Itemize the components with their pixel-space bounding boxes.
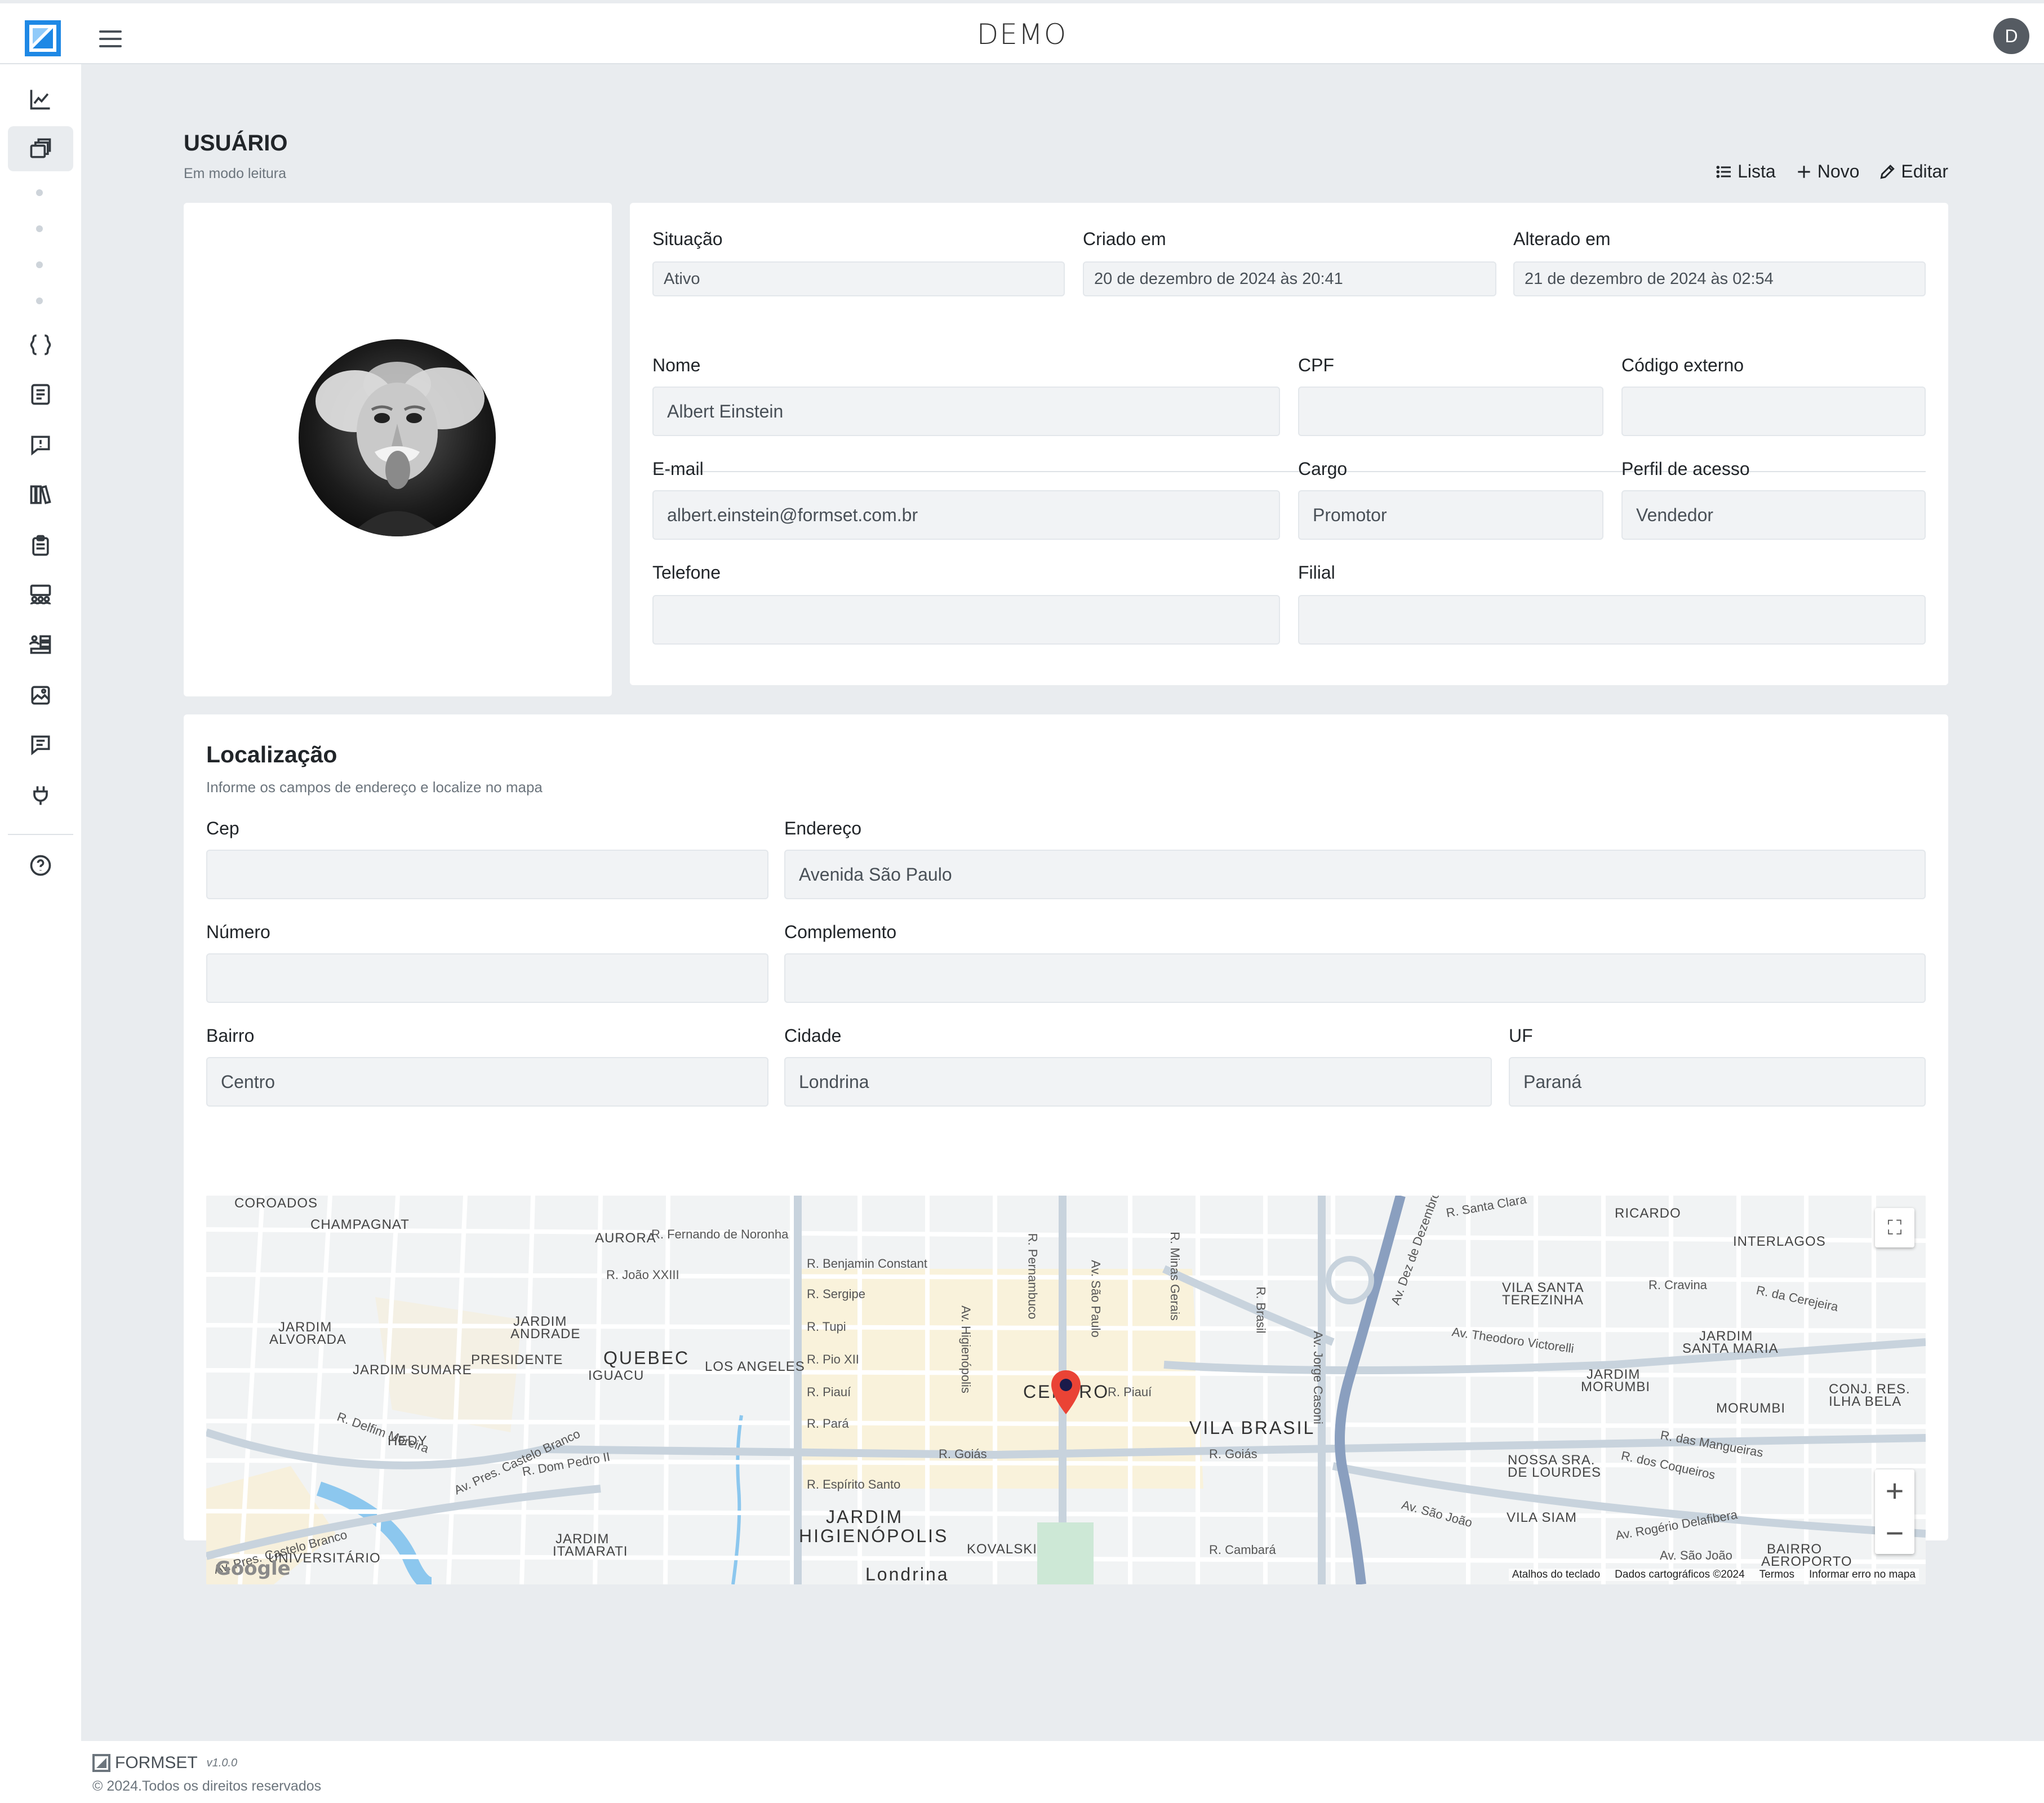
page-title: USUÁRIO bbox=[184, 131, 288, 156]
submenu-dot[interactable] bbox=[36, 261, 43, 268]
complement-field[interactable] bbox=[784, 953, 1926, 1003]
user-photo[interactable] bbox=[299, 339, 496, 536]
location-title: Localização bbox=[206, 741, 337, 767]
role-field[interactable]: Promotor bbox=[1298, 490, 1603, 540]
cep-label: Cep bbox=[206, 818, 239, 838]
copyright-text: © 2024.Todos os direitos reservados bbox=[92, 1778, 322, 1794]
footer-brand: FORMSET v1.0.0 bbox=[92, 1753, 237, 1773]
alert-message-icon[interactable] bbox=[8, 423, 73, 468]
complement-label: Complemento bbox=[784, 922, 897, 942]
main-content: USUÁRIO Em modo leitura Lista Novo Edita… bbox=[82, 64, 2044, 1741]
report-error-link[interactable]: Informar erro no mapa bbox=[1809, 1569, 1916, 1581]
address-field[interactable]: Avenida São Paulo bbox=[784, 850, 1926, 899]
map-data-label: Dados cartográficos ©2024 bbox=[1615, 1569, 1745, 1580]
google-logo: Google bbox=[215, 1557, 291, 1580]
pencil-icon bbox=[1880, 164, 1895, 179]
page-subtitle: Em modo leitura bbox=[184, 166, 287, 181]
edit-label: Editar bbox=[1901, 161, 1948, 181]
library-icon[interactable] bbox=[8, 472, 73, 517]
cpf-label: CPF bbox=[1298, 355, 1334, 375]
branch-label: Filial bbox=[1298, 562, 1335, 583]
list-button[interactable]: Lista bbox=[1715, 161, 1776, 182]
plug-icon[interactable] bbox=[8, 773, 73, 818]
address-label: Endereço bbox=[784, 818, 861, 838]
cpf-field[interactable] bbox=[1298, 387, 1603, 436]
neighborhood-label: Bairro bbox=[206, 1025, 255, 1046]
access-profile-field[interactable]: Vendedor bbox=[1621, 490, 1926, 540]
page-actions: Lista Novo Editar bbox=[1715, 161, 1948, 182]
branch-field[interactable] bbox=[1298, 595, 1926, 645]
map-footer-links: Atalhos do teclado Dados cartográficos ©… bbox=[1508, 1569, 1919, 1581]
name-label: Nome bbox=[652, 355, 701, 375]
users-list-icon[interactable] bbox=[8, 622, 73, 667]
number-field[interactable] bbox=[206, 953, 768, 1003]
status-label: Situação bbox=[652, 229, 723, 249]
code-braces-icon[interactable] bbox=[8, 322, 73, 367]
forms-stack-icon[interactable] bbox=[8, 126, 73, 171]
image-gallery-icon[interactable] bbox=[8, 673, 73, 718]
zoom-in-button[interactable]: + bbox=[1886, 1469, 1904, 1512]
zoom-controls: + − bbox=[1875, 1469, 1914, 1554]
status-field[interactable]: Ativo bbox=[652, 261, 1065, 296]
submenu-dot[interactable] bbox=[36, 225, 43, 232]
location-card: Localização Informe os campos de endereç… bbox=[184, 714, 1948, 1584]
updated-field[interactable]: 21 de dezembro de 2024 às 02:54 bbox=[1513, 261, 1926, 296]
list-label: Lista bbox=[1738, 161, 1776, 181]
top-header: DEMO D bbox=[0, 0, 2044, 64]
state-field[interactable]: Paraná bbox=[1509, 1057, 1926, 1107]
photo-card bbox=[184, 203, 612, 696]
cep-field[interactable] bbox=[206, 850, 768, 899]
formset-footer-logo bbox=[92, 1754, 110, 1772]
user-info-card: Situação Ativo Criado em 20 de dezembro … bbox=[630, 203, 1948, 685]
fullscreen-icon[interactable]: ⛶ bbox=[1875, 1208, 1914, 1247]
external-code-label: Código externo bbox=[1621, 355, 1744, 375]
phone-field[interactable] bbox=[652, 595, 1280, 645]
external-code-field[interactable] bbox=[1621, 387, 1926, 436]
city-label: Cidade bbox=[784, 1025, 842, 1046]
sidebar bbox=[0, 64, 82, 1741]
created-field[interactable]: 20 de dezembro de 2024 às 20:41 bbox=[1083, 261, 1496, 296]
location-marker-icon[interactable] bbox=[1049, 1369, 1083, 1415]
location-map[interactable]: COROADOS CHAMPAGNAT AURORA R. Fernando d… bbox=[206, 1196, 1926, 1584]
clipboard-icon[interactable] bbox=[8, 523, 73, 568]
edit-button[interactable]: Editar bbox=[1878, 161, 1948, 182]
name-field[interactable]: Albert Einstein bbox=[652, 387, 1280, 436]
state-label: UF bbox=[1509, 1025, 1533, 1046]
list-icon bbox=[1716, 165, 1731, 178]
submenu-dot[interactable] bbox=[36, 297, 43, 304]
team-board-icon[interactable] bbox=[8, 572, 73, 618]
dashboard-chart-icon[interactable] bbox=[8, 77, 73, 122]
checklist-icon[interactable] bbox=[8, 372, 73, 417]
location-subtitle: Informe os campos de endereço e localize… bbox=[206, 779, 543, 796]
updated-label: Alterado em bbox=[1513, 229, 1611, 249]
city-field[interactable]: Londrina bbox=[784, 1057, 1492, 1107]
plus-icon bbox=[1798, 165, 1810, 178]
brand-name: FORMSET bbox=[115, 1753, 198, 1772]
access-profile-label: Perfil de acesso bbox=[1621, 459, 1750, 479]
app-title: DEMO bbox=[976, 18, 1068, 51]
new-button[interactable]: Novo bbox=[1795, 161, 1860, 182]
chat-icon[interactable] bbox=[8, 722, 73, 767]
keyboard-shortcuts-link[interactable]: Atalhos do teclado bbox=[1512, 1569, 1600, 1581]
submenu-dot[interactable] bbox=[36, 189, 43, 196]
role-label: Cargo bbox=[1298, 459, 1348, 479]
user-avatar[interactable]: D bbox=[1993, 18, 2029, 54]
help-circle-icon[interactable] bbox=[8, 843, 73, 888]
email-label: E-mail bbox=[652, 459, 704, 479]
zoom-out-button[interactable]: − bbox=[1886, 1512, 1904, 1554]
terms-link[interactable]: Termos bbox=[1759, 1569, 1794, 1581]
number-label: Número bbox=[206, 922, 270, 942]
sidebar-divider bbox=[8, 834, 73, 835]
neighborhood-field[interactable]: Centro bbox=[206, 1057, 768, 1107]
app-version: v1.0.0 bbox=[206, 1756, 238, 1769]
created-label: Criado em bbox=[1083, 229, 1166, 249]
page-footer: FORMSET v1.0.0 © 2024.Todos os direitos … bbox=[82, 1741, 2044, 1803]
phone-label: Telefone bbox=[652, 562, 721, 583]
email-field[interactable]: albert.einstein@formset.com.br bbox=[652, 490, 1280, 540]
new-label: Novo bbox=[1817, 161, 1860, 181]
